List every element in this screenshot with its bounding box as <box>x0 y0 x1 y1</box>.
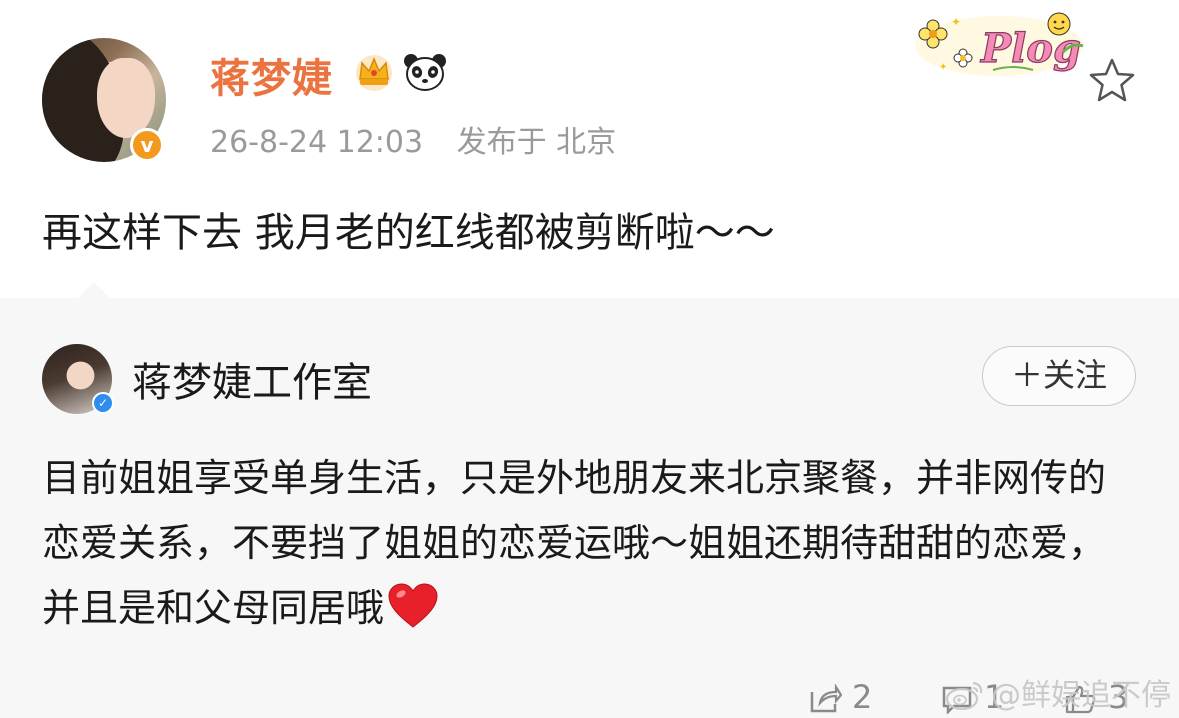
crown-icon <box>356 55 392 91</box>
repost-text-body: 目前姐姐享受单身生活，只是外地朋友来北京聚餐，并非网传的恋爱关系，不要挡了姐姐的… <box>42 456 1107 630</box>
share-icon <box>810 683 843 713</box>
verified-badge: v <box>130 128 164 162</box>
plog-sticker: ✦ ✦ Plog <box>915 12 1084 76</box>
verified-blue-badge: ✓ <box>92 392 114 414</box>
weibo-post: v 蒋梦婕 26-8-24 12:03 发布于 北京 ✦ ✦ Plog 再这样下… <box>0 0 1179 298</box>
post-text: 再这样下去 我月老的红线都被剪断啦～～ <box>42 210 775 256</box>
repost-author[interactable]: 蒋梦婕工作室 <box>132 350 372 408</box>
follow-button[interactable]: ＋关注 <box>982 346 1136 406</box>
avatar-face <box>97 58 155 138</box>
username[interactable]: 蒋梦婕 <box>210 46 333 104</box>
panda-icon <box>404 54 446 91</box>
weibo-logo-icon <box>945 681 983 711</box>
repost-card-notch <box>78 282 110 298</box>
svg-text:✦: ✦ <box>951 15 961 29</box>
star-icon[interactable] <box>1087 55 1137 105</box>
watermark: @鲜娱追不停 <box>945 670 1171 714</box>
repost-card[interactable]: ✓ 蒋梦婕工作室 ＋关注 目前姐姐享受单身生活，只是外地朋友来北京聚餐，并非网传… <box>0 298 1179 718</box>
share-action[interactable]: 2 <box>808 678 872 716</box>
post-location: 发布于 北京 <box>456 125 617 160</box>
share-count: 2 <box>852 678 873 716</box>
post-timestamp: 26-8-24 12:03 <box>210 125 424 160</box>
svg-text:✦: ✦ <box>939 62 947 73</box>
heart-icon <box>388 583 438 628</box>
watermark-text: @鲜娱追不停 <box>991 678 1171 713</box>
post-meta: 26-8-24 12:03 发布于 北京 <box>210 117 616 161</box>
repost-text: 目前姐姐享受单身生活，只是外地朋友来北京聚餐，并非网传的恋爱关系，不要挡了姐姐的… <box>42 446 1132 641</box>
